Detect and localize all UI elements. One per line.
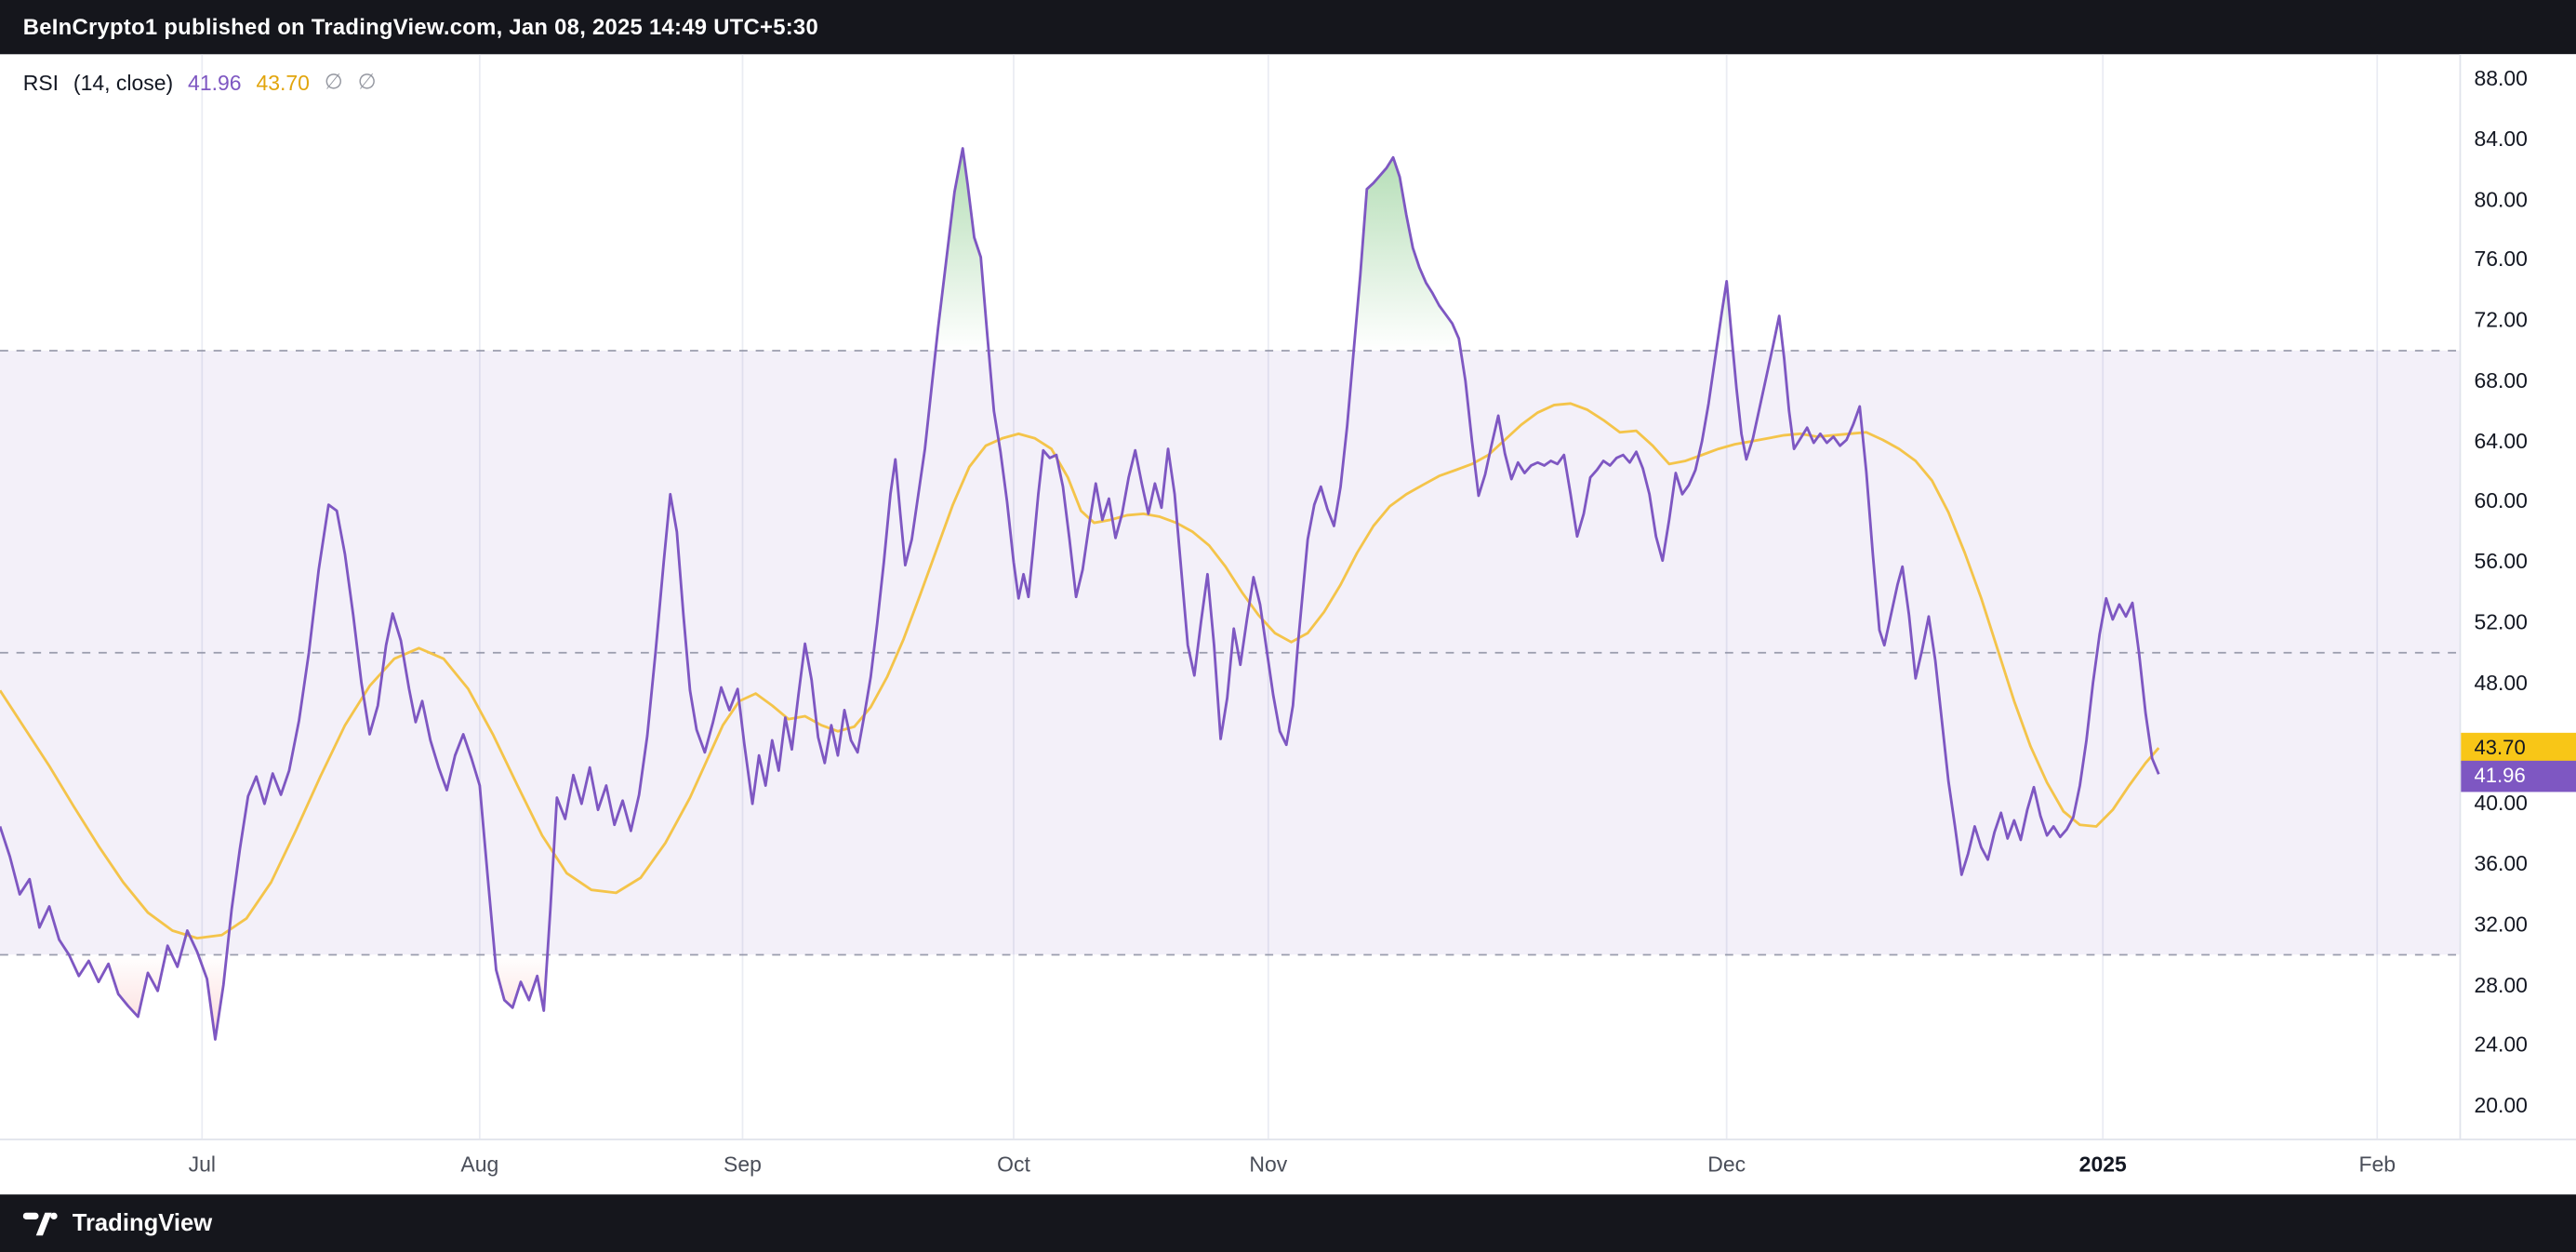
- header-bar: BeInCrypto1 published on TradingView.com…: [0, 0, 2576, 54]
- y-axis-label: 72.00: [2474, 307, 2527, 333]
- chart-area[interactable]: RSI (14, close) 41.96 43.70 ∅ ∅: [0, 54, 2576, 1139]
- y-axis-label: 80.00: [2474, 186, 2527, 212]
- x-axis-label: Oct: [997, 1152, 1030, 1176]
- y-axis-label: 36.00: [2474, 851, 2527, 877]
- x-axis-label: Dec: [1707, 1152, 1746, 1176]
- ma-value-badge: 43.70: [2461, 732, 2576, 764]
- y-axis-label: 64.00: [2474, 428, 2527, 454]
- rsi-value-badge: 41.96: [2461, 761, 2576, 792]
- x-axis-label: Nov: [1249, 1152, 1287, 1176]
- price-scale[interactable]: 88.00 84.00 80.00 76.00 72.00 68.00 64.00 60.00…: [2460, 54, 2576, 1194]
- y-axis-label: 48.00: [2474, 670, 2527, 696]
- y-axis-label: 52.00: [2474, 609, 2527, 635]
- y-axis-label: 76.00: [2474, 246, 2527, 273]
- y-axis-label: 84.00: [2474, 127, 2527, 153]
- y-axis-label: 20.00: [2474, 1093, 2527, 1119]
- indicator-legend: RSI (14, close) 41.96 43.70 ∅ ∅: [23, 69, 377, 95]
- y-axis-label: 60.00: [2474, 488, 2527, 514]
- tradingview-logo-icon: [23, 1212, 58, 1235]
- null-value-icon: ∅: [325, 69, 343, 95]
- x-axis-label: 2025: [2079, 1152, 2127, 1176]
- legend-rsi-value: 41.96: [188, 70, 241, 94]
- y-axis-label: 24.00: [2474, 1032, 2527, 1059]
- y-axis-label: 32.00: [2474, 912, 2527, 938]
- y-axis-label: 28.00: [2474, 972, 2527, 998]
- y-axis-label: 40.00: [2474, 791, 2527, 817]
- header-attribution: BeInCrypto1 published on TradingView.com…: [23, 15, 818, 39]
- footer-bar: TradingView: [0, 1194, 2576, 1252]
- tradingview-snapshot-page: BeInCrypto1 published on TradingView.com…: [0, 0, 2576, 1252]
- x-axis-label: Jul: [189, 1152, 216, 1176]
- legend-title: RSI: [23, 70, 59, 94]
- legend-params: (14, close): [73, 70, 173, 94]
- null-value-icon: ∅: [358, 69, 377, 95]
- y-axis-label: 88.00: [2474, 66, 2527, 92]
- y-axis-label: 68.00: [2474, 367, 2527, 393]
- footer-brand: TradingView: [73, 1210, 212, 1236]
- time-scale[interactable]: Jul Aug Sep Oct Nov Dec 2025 Feb: [0, 1139, 2576, 1194]
- x-axis-label: Sep: [724, 1152, 762, 1176]
- y-axis-label: 56.00: [2474, 549, 2527, 575]
- chart-canvas[interactable]: [0, 54, 2576, 1139]
- x-axis-label: Feb: [2358, 1152, 2396, 1176]
- x-axis-label: Aug: [460, 1152, 498, 1176]
- legend-ma-value: 43.70: [256, 70, 309, 94]
